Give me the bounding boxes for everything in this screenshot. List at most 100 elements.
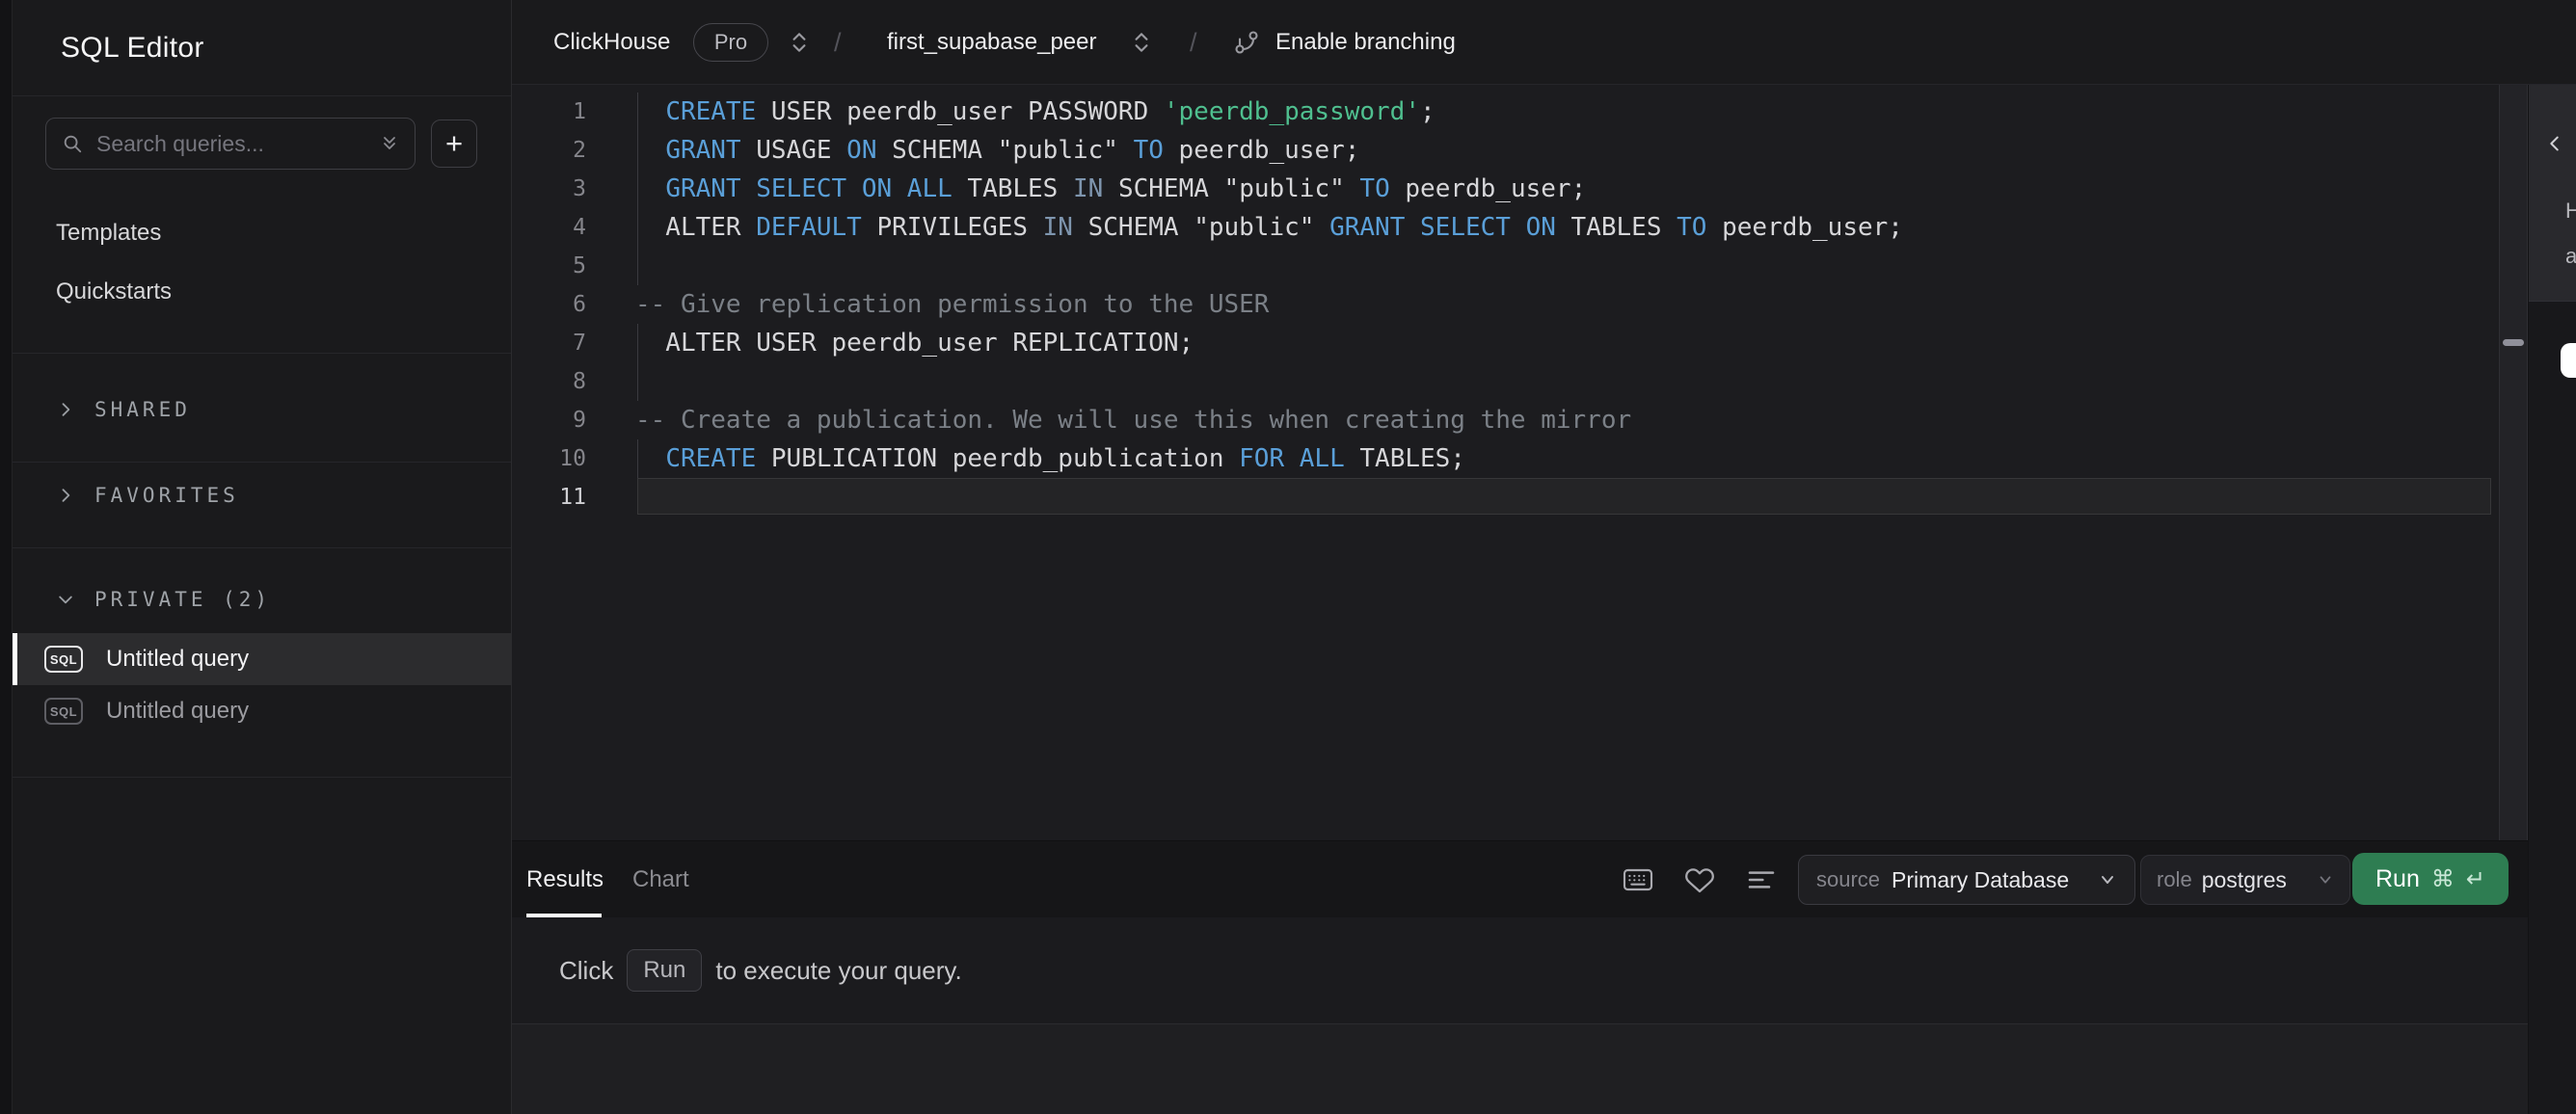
cmd-key-icon: ⌘: [2430, 865, 2455, 892]
clipped-text: H: [2565, 199, 2576, 223]
line-number: 2: [573, 138, 586, 163]
sql-badge-icon: SQL: [44, 698, 83, 725]
source-label: source: [1816, 867, 1881, 891]
chevron-down-icon: [59, 596, 72, 604]
collapse-chevron-icon[interactable]: [2544, 131, 2565, 156]
line-number: 11: [559, 485, 586, 510]
sidebar: SQL Editor Search queries... + Templates…: [12, 0, 512, 1114]
chevron-down-icon: [2320, 876, 2331, 884]
source-dropdown[interactable]: source Primary Database: [1798, 855, 2135, 905]
run-button[interactable]: Run ⌘ ↵: [2352, 853, 2509, 905]
code-editor[interactable]: 1 CREATE USER peerdb_user PASSWORD 'peer…: [512, 85, 2499, 840]
code-line-3[interactable]: 3 GRANT SELECT ON ALL TABLES IN SCHEMA "…: [512, 170, 2499, 208]
results-empty-state: Click Run to execute your query.: [512, 917, 2528, 1023]
code-line-2[interactable]: 2 GRANT USAGE ON SCHEMA "public" TO peer…: [512, 131, 2499, 170]
indent-guide: [637, 247, 638, 285]
query-list-item[interactable]: SQL Untitled query: [13, 685, 511, 737]
chevron-right-icon: [62, 489, 70, 502]
source-value: Primary Database: [1892, 866, 2070, 892]
code-line-1[interactable]: 1 CREATE USER peerdb_user PASSWORD 'peer…: [512, 93, 2499, 131]
breadcrumb-separator-1: /: [834, 27, 842, 57]
code-line-6[interactable]: 6 -- Give replication permission to the U…: [512, 285, 2499, 324]
page-title: SQL Editor: [61, 32, 204, 64]
section-label: SHARED: [94, 398, 191, 421]
code-text: CREATE PUBLICATION peerdb_publication FO…: [665, 444, 1465, 473]
divider: [13, 547, 511, 548]
line-number: 3: [573, 176, 586, 201]
breadcrumb-service[interactable]: ClickHouse: [553, 0, 670, 85]
clipped-white-button[interactable]: [2561, 343, 2576, 378]
message-suffix: to execute your query.: [715, 955, 962, 985]
git-branch-icon: [1235, 31, 1258, 54]
right-panel-header: H a: [2529, 85, 2576, 302]
query-list-item-selected[interactable]: SQL Untitled query: [13, 633, 511, 685]
sidebar-item-quickstarts[interactable]: Quickstarts: [56, 277, 172, 307]
selected-indicator: [13, 633, 17, 685]
line-number: 4: [573, 215, 586, 240]
role-label: role: [2157, 867, 2192, 891]
code-text: ALTER DEFAULT PRIVILEGES IN SCHEMA "publ…: [635, 213, 1903, 242]
keyboard-shortcuts-button[interactable]: [1623, 841, 1653, 918]
code-line-4[interactable]: 4 ALTER DEFAULT PRIVILEGES IN SCHEMA "pu…: [512, 208, 2499, 247]
enter-key-icon: ↵: [2465, 865, 2485, 892]
results-tabbar: Results Chart source Primary Database ro…: [512, 840, 2528, 918]
indent-guide: [637, 362, 638, 401]
search-icon: [64, 135, 82, 153]
enable-branching-label: Enable branching: [1275, 29, 1456, 55]
favorite-query-button[interactable]: [1684, 841, 1715, 918]
breadcrumb-database[interactable]: first_supabase_peer: [887, 0, 1096, 85]
right-panel: H a: [2529, 85, 2576, 1114]
code-lines: 1 CREATE USER peerdb_user PASSWORD 'peer…: [512, 93, 2499, 517]
double-chevron-down-icon: [384, 137, 395, 149]
line-number: 9: [573, 408, 586, 433]
divider: [13, 462, 511, 463]
line-number: 1: [573, 99, 586, 124]
service-selector[interactable]: [787, 0, 812, 85]
section-favorites[interactable]: FAVORITES: [56, 480, 239, 511]
service-name: ClickHouse: [553, 29, 671, 55]
line-number: 6: [573, 292, 586, 317]
results-panel: Results Chart source Primary Database ro…: [512, 840, 2528, 1114]
chevron-right-icon: [62, 403, 70, 416]
code-line-5[interactable]: 5: [512, 247, 2499, 285]
line-number: 10: [559, 446, 586, 471]
search-input[interactable]: Search queries...: [45, 118, 416, 170]
plan-badge[interactable]: Pro: [693, 0, 768, 85]
sidebar-item-templates[interactable]: Templates: [56, 218, 161, 249]
unfold-icon: [1135, 33, 1148, 52]
sql-badge-icon: SQL: [44, 646, 83, 673]
format-query-button[interactable]: [1746, 841, 1777, 918]
query-title: Untitled query: [106, 646, 250, 672]
role-dropdown[interactable]: role postgres: [2140, 855, 2350, 905]
breadcrumb-separator-2: /: [1190, 27, 1197, 57]
code-line-8[interactable]: 8: [512, 362, 2499, 401]
code-line-11[interactable]: 11: [512, 478, 2499, 517]
run-button-label: Run: [2375, 864, 2420, 892]
new-query-button[interactable]: +: [431, 119, 477, 168]
code-text: -- Create a publication. We will use thi…: [635, 406, 1632, 435]
plan-badge-label: Pro: [693, 23, 768, 62]
keyboard-icon: [1623, 868, 1653, 891]
unfold-icon: [792, 33, 806, 52]
code-line-9[interactable]: 9 -- Create a publication. We will use th…: [512, 401, 2499, 439]
code-line-10[interactable]: 10 CREATE PUBLICATION peerdb_publication…: [512, 439, 2499, 478]
clipped-text: a: [2565, 244, 2576, 268]
section-private[interactable]: PRIVATE (2): [56, 584, 271, 615]
role-value: postgres: [2201, 866, 2287, 892]
tab-results[interactable]: Results: [526, 841, 604, 918]
database-selector[interactable]: [1129, 0, 1154, 85]
heart-icon: [1685, 868, 1714, 893]
tab-chart[interactable]: Chart: [632, 841, 689, 918]
divider: [13, 353, 511, 354]
code-text: GRANT SELECT ON ALL TABLES IN SCHEMA "pu…: [665, 174, 1587, 203]
topbar: ClickHouse Pro / first_supabase_peer / E…: [512, 0, 2576, 85]
scrollbar-handle[interactable]: [2503, 339, 2524, 346]
panel-footer-area: [512, 1023, 2528, 1114]
line-number: 8: [573, 369, 586, 394]
section-shared[interactable]: SHARED: [56, 394, 191, 425]
code-line-7[interactable]: 7 ALTER USER peerdb_user REPLICATION;: [512, 324, 2499, 362]
code-text: CREATE USER peerdb_user PASSWORD 'peerdb…: [665, 97, 1436, 126]
line-number: 7: [573, 331, 586, 356]
database-name: first_supabase_peer: [887, 29, 1097, 55]
enable-branching[interactable]: Enable branching: [1233, 0, 1456, 85]
